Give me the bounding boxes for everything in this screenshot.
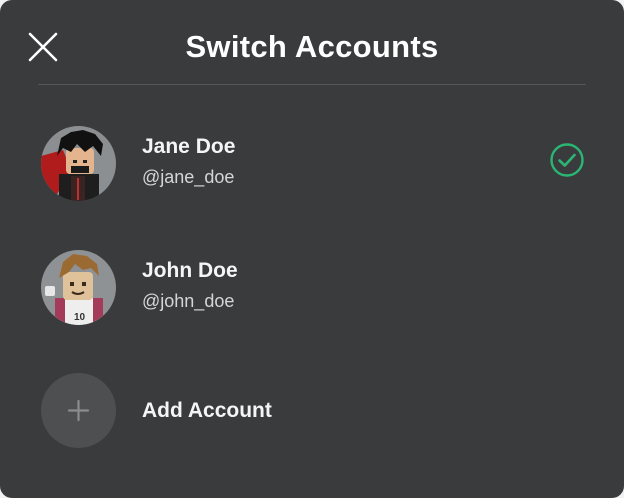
account-row-jane[interactable]: Jane Doe @jane_doe xyxy=(0,114,624,210)
account-username: @john_doe xyxy=(142,291,235,311)
switch-accounts-dialog: Switch Accounts Jane Doe @jane_doe 10 Jo… xyxy=(0,0,624,498)
plus-icon xyxy=(67,399,90,422)
dialog-title: Switch Accounts xyxy=(185,29,439,64)
account-row-john[interactable]: 10 John Doe @john_doe xyxy=(0,238,624,334)
account-display-name: Jane Doe xyxy=(142,135,236,158)
add-account-label: Add Account xyxy=(142,399,272,422)
header-divider xyxy=(38,84,586,85)
svg-text:10: 10 xyxy=(74,312,86,323)
account-username: @jane_doe xyxy=(142,167,235,187)
add-account-button[interactable]: Add Account xyxy=(0,362,624,458)
avatar xyxy=(41,126,116,201)
avatar: 10 xyxy=(41,250,116,325)
add-account-circle xyxy=(41,373,116,448)
check-circle-icon xyxy=(549,142,585,178)
account-display-name: John Doe xyxy=(142,259,238,282)
